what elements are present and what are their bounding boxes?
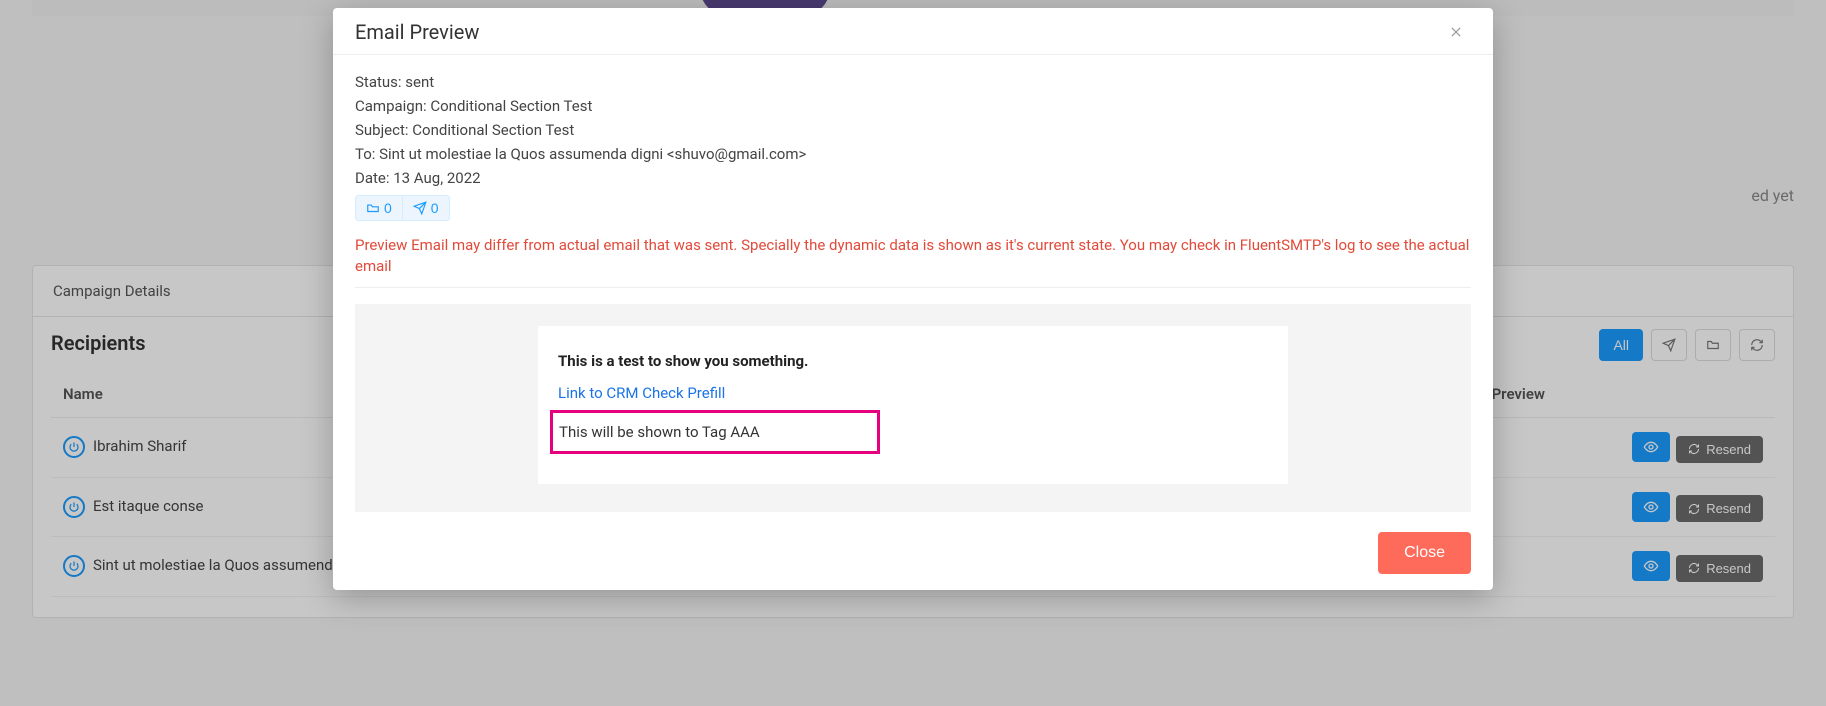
meta-date: Date: 13 Aug, 2022: [355, 169, 1471, 187]
conditional-section-highlight: This will be shown to Tag AAA: [550, 410, 880, 454]
email-heading: This is a test to show you something.: [558, 352, 1268, 370]
folder-open-icon: [366, 201, 380, 215]
meta-to: To: Sint ut molestiae la Quos assumenda …: [355, 145, 1471, 163]
email-preview-modal: Email Preview Status: sent Campaign: Con…: [333, 8, 1493, 590]
meta-subject: Subject: Conditional Section Test: [355, 121, 1471, 139]
clicks-stat-button[interactable]: 0: [403, 195, 450, 221]
modal-title: Email Preview: [355, 20, 479, 44]
meta-campaign: Campaign: Conditional Section Test: [355, 97, 1471, 115]
clicks-count: 0: [431, 200, 439, 216]
conditional-text: This will be shown to Tag AAA: [559, 423, 760, 441]
modal-header: Email Preview: [333, 8, 1493, 55]
opens-count: 0: [384, 200, 392, 216]
meta-status: Status: sent: [355, 73, 1471, 91]
divider: [355, 287, 1471, 288]
modal-overlay[interactable]: Email Preview Status: sent Campaign: Con…: [0, 0, 1826, 706]
modal-footer: Close: [333, 518, 1493, 590]
modal-body: Status: sent Campaign: Conditional Secti…: [333, 55, 1493, 518]
email-content-box: This is a test to show you something. Li…: [538, 326, 1288, 484]
email-preview-area: This is a test to show you something. Li…: [355, 304, 1471, 512]
stat-buttons: 0 0: [355, 195, 1471, 221]
close-icon: [1449, 25, 1463, 39]
opens-stat-button[interactable]: 0: [355, 195, 403, 221]
preview-warning: Preview Email may differ from actual ema…: [355, 235, 1471, 277]
email-link[interactable]: Link to CRM Check Prefill: [558, 384, 725, 402]
paper-plane-icon: [413, 201, 427, 215]
modal-close-button[interactable]: [1441, 21, 1471, 43]
close-button[interactable]: Close: [1378, 532, 1471, 574]
